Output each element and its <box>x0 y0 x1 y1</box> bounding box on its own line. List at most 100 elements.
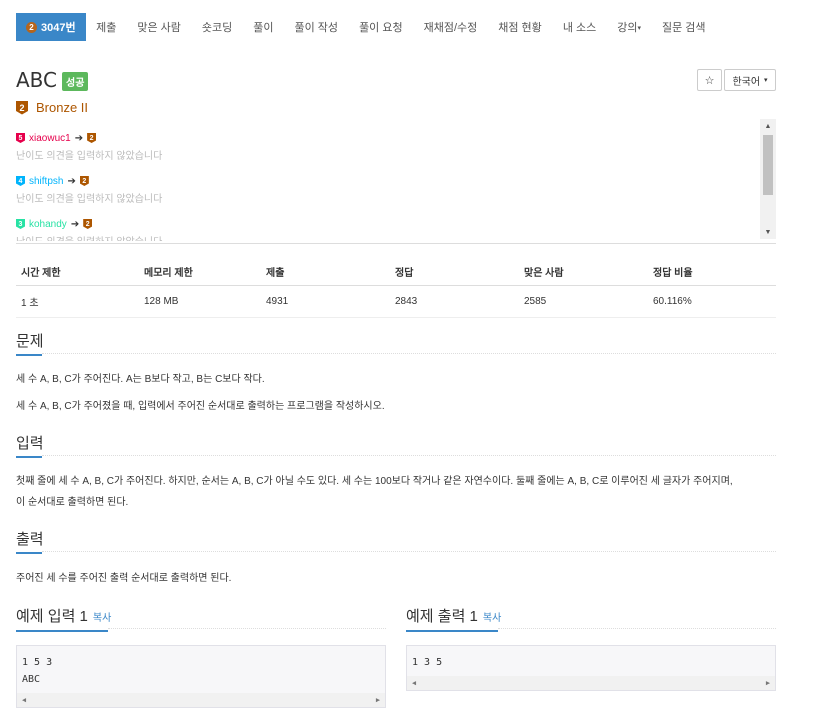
opinion-user-link[interactable]: xiaowuc1 <box>29 133 71 144</box>
scroll-left-icon[interactable]: ◀ <box>407 676 421 690</box>
problem-title: ABC <box>16 68 58 92</box>
language-select[interactable]: 한국어 ▾ <box>724 69 776 91</box>
tab-solutions[interactable]: 풀이 <box>243 19 284 35</box>
bronze-tier-icon: 2 <box>87 133 97 143</box>
sample-input-line: 1 5 3 <box>22 657 53 668</box>
arrow-right-icon: ➔ <box>74 132 84 144</box>
tab-write-solution[interactable]: 풀이 작성 <box>284 19 349 35</box>
divider <box>42 551 776 552</box>
tab-submit[interactable]: 제출 <box>86 19 127 35</box>
tab-status[interactable]: 채점 현황 <box>488 19 553 35</box>
divider <box>108 628 386 629</box>
accepted-value: 2843 <box>390 285 519 318</box>
tab-question-search[interactable]: 질문 검색 <box>652 19 717 35</box>
sample-output-code: 1 3 5 <box>407 646 775 671</box>
title-underline <box>16 552 42 554</box>
tab-problem-number[interactable]: 2 3047번 <box>16 13 86 41</box>
problem-header: ABC 성공 <box>16 68 89 92</box>
memory-limit-value: 128 MB <box>139 285 261 318</box>
time-limit-value: 1 초 <box>16 285 139 318</box>
scroll-right-icon[interactable]: ▶ <box>761 676 775 690</box>
platinum-tier-icon: 3 <box>16 219 25 229</box>
divider <box>42 353 776 354</box>
divider <box>42 455 776 456</box>
sample-output-box[interactable]: 1 3 5 ◀ ▶ <box>406 645 776 691</box>
bronze-tier-icon: 2 <box>16 100 28 115</box>
sample-input-title: 예제 입력 1 복사 <box>16 605 111 632</box>
star-icon: ☆ <box>704 74 715 87</box>
language-select-value: 한국어 <box>732 76 761 88</box>
bronze-tier-icon: 2 <box>83 219 93 229</box>
caret-down-icon: ▾ <box>637 25 641 33</box>
tab-short-coding[interactable]: 숏코딩 <box>191 19 242 35</box>
problem-nav: 2 3047번 제출 맞은 사람 숏코딩 풀이 풀이 작성 풀이 요청 재채점/… <box>16 13 775 41</box>
scrollbar-thumb[interactable] <box>763 135 773 195</box>
copy-input-button[interactable]: 복사 <box>93 609 111 624</box>
section-title-output: 출력 <box>16 528 44 554</box>
sample-input-line: ABC <box>22 674 41 685</box>
opinion-item: 5 xiaowuc1 ➔ 2 난이도 의견을 입력하지 않았습니다 <box>16 131 162 162</box>
sample-input-box[interactable]: 1 5 3 ABC ◀ ▶ <box>16 645 386 708</box>
table-header-row: 시간 제한 메모리 제한 제출 정답 맞은 사람 정답 비율 <box>16 260 776 286</box>
horizontal-scrollbar[interactable]: ◀ ▶ <box>17 693 385 707</box>
status-badge: 성공 <box>62 72 89 91</box>
opinion-item: 3 kohandy ➔ 2 난이도 의견을 입력하지 않았습니다 <box>16 217 162 241</box>
header-solved-users: 맞은 사람 <box>519 260 648 286</box>
diamond-tier-icon: 4 <box>16 176 25 186</box>
bronze-tier-icon: 2 <box>79 176 89 186</box>
header-accepted: 정답 <box>390 260 519 286</box>
header-time-limit: 시간 제한 <box>16 260 139 286</box>
favorite-button[interactable]: ☆ <box>697 69 722 91</box>
tab-my-source[interactable]: 내 소스 <box>552 19 606 35</box>
sample-output-line: 1 3 5 <box>412 657 443 668</box>
scroll-left-icon[interactable]: ◀ <box>17 693 31 707</box>
ruby-tier-icon: 5 <box>16 133 25 143</box>
tab-lectures[interactable]: 강의▾ <box>607 19 652 35</box>
arrow-right-icon: ➔ <box>67 175 76 187</box>
divider <box>498 628 776 629</box>
header-accept-ratio: 정답 비율 <box>648 260 776 286</box>
output-description: 주어진 세 수를 주어진 출력 순서대로 출력하면 된다. <box>16 573 232 584</box>
sample-output-title-text: 예제 출력 1 <box>406 608 478 625</box>
sample-input-title-text: 예제 입력 1 <box>16 608 88 625</box>
scroll-right-icon[interactable]: ▶ <box>371 693 385 707</box>
header-memory-limit: 메모리 제한 <box>139 260 261 286</box>
section-title-input: 입력 <box>16 432 44 458</box>
problem-description: 세 수 A, B, C가 주어졌을 때, 입력에서 주어진 순서대로 출력하는 … <box>16 401 385 412</box>
tier-label: Bronze II <box>36 100 89 115</box>
copy-output-button[interactable]: 복사 <box>483 609 501 624</box>
section-title-text: 문제 <box>16 333 44 350</box>
problem-description: 세 수 A, B, C가 주어진다. A는 B보다 작고, B는 C보다 작다. <box>16 374 265 385</box>
scroll-down-icon[interactable]: ▼ <box>760 225 776 239</box>
section-title-problem: 문제 <box>16 330 44 356</box>
opinions-scrollbar[interactable]: ▲ ▼ <box>760 119 776 239</box>
input-description: 이 순서대로 출력하면 된다. <box>16 497 129 508</box>
sample-output-title: 예제 출력 1 복사 <box>406 605 501 632</box>
opinion-user-link[interactable]: shiftpsh <box>29 176 63 187</box>
caret-down-icon: ▾ <box>764 77 768 84</box>
tab-problem-number-label: 3047번 <box>41 22 76 34</box>
tab-request-solution[interactable]: 풀이 요청 <box>349 19 414 35</box>
title-underline <box>16 630 108 632</box>
header-submissions: 제출 <box>261 260 390 286</box>
section-title-text: 출력 <box>16 531 44 548</box>
scroll-up-icon[interactable]: ▲ <box>760 119 776 133</box>
bronze-tier-icon: 2 <box>26 21 37 33</box>
submissions-value: 4931 <box>261 285 390 318</box>
title-underline <box>406 630 498 632</box>
divider <box>16 243 776 244</box>
title-underline <box>16 354 42 356</box>
sample-input-code: 1 5 3 ABC <box>17 646 385 688</box>
section-title-text: 입력 <box>16 435 44 452</box>
table-row: 1 초 128 MB 4931 2843 2585 60.116% <box>16 285 776 318</box>
horizontal-scrollbar[interactable]: ◀ ▶ <box>407 676 775 690</box>
opinion-user-link[interactable]: kohandy <box>29 219 67 230</box>
opinion-text: 난이도 의견을 입력하지 않았습니다 <box>16 194 163 205</box>
tab-rejudge[interactable]: 재채점/수정 <box>413 19 488 35</box>
arrow-right-icon: ➔ <box>70 218 80 230</box>
input-description: 첫째 줄에 세 수 A, B, C가 주어진다. 하지만, 순서는 A, B, … <box>16 476 733 487</box>
title-underline <box>16 456 42 458</box>
difficulty-opinions: 5 xiaowuc1 ➔ 2 난이도 의견을 입력하지 않았습니다 4 shif… <box>16 119 776 241</box>
tab-accepted-users[interactable]: 맞은 사람 <box>127 19 192 35</box>
problem-info-table: 시간 제한 메모리 제한 제출 정답 맞은 사람 정답 비율 1 초 128 M… <box>16 260 776 318</box>
